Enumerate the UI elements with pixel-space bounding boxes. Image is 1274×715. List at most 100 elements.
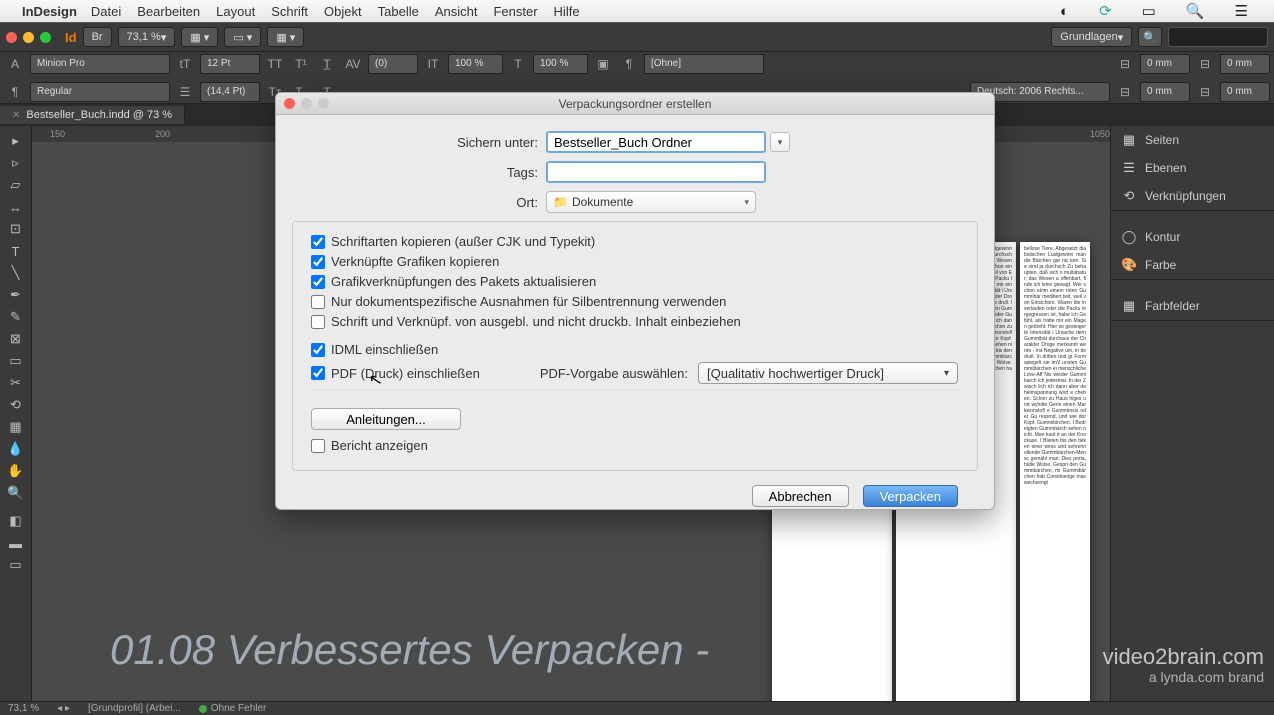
gap-tool-icon[interactable]: ↔	[0, 196, 31, 218]
h-field[interactable]: 0 mm	[1220, 82, 1270, 102]
package-button[interactable]: Verpacken	[863, 485, 958, 507]
menu-objekt[interactable]: Objekt	[324, 4, 362, 19]
workspace-icon[interactable]: ▭	[1142, 2, 1156, 20]
update-links-checkbox[interactable]	[311, 275, 325, 289]
rect-frame-tool-icon[interactable]: ⊠	[0, 328, 31, 350]
vscale-select[interactable]: 100 %	[533, 54, 588, 74]
page-tool-icon[interactable]: ▱	[0, 174, 31, 196]
font-size-select[interactable]: 12 Pt	[200, 54, 260, 74]
panel-seiten[interactable]: ▦Seiten	[1111, 126, 1274, 154]
scissors-tool-icon[interactable]: ✂	[0, 372, 31, 394]
direct-select-tool-icon[interactable]: ▹	[0, 152, 31, 174]
rect-tool-icon[interactable]: ▭	[0, 350, 31, 372]
include-idml-checkbox[interactable]	[311, 343, 325, 357]
align-icon-3[interactable]: ⊟	[1114, 82, 1136, 102]
menu-layout[interactable]: Layout	[216, 4, 255, 19]
save-as-input[interactable]	[546, 131, 766, 153]
view-report-checkbox[interactable]	[311, 439, 325, 453]
close-icon[interactable]	[6, 32, 17, 43]
screen-mode-tool-icon[interactable]: ▭	[0, 554, 31, 576]
page-nav-icon[interactable]: ◂ ▸	[57, 703, 70, 714]
panel-verknuepfungen[interactable]: ⟲Verknüpfungen	[1111, 182, 1274, 210]
align-icon[interactable]: ⊟	[1114, 54, 1136, 74]
align-icon-4[interactable]: ⊟	[1194, 82, 1216, 102]
cancel-button[interactable]: Abbrechen	[752, 485, 849, 507]
panel-farbe[interactable]: 🎨Farbe	[1111, 251, 1274, 279]
eyedropper-tool-icon[interactable]: 💧	[0, 438, 31, 460]
dialog-close-icon[interactable]	[284, 98, 295, 109]
arrange-button[interactable]: ▦ ▾	[267, 27, 304, 47]
pencil-tool-icon[interactable]: ✎	[0, 306, 31, 328]
location-select[interactable]: 📁 Dokumente	[546, 191, 756, 213]
pdf-preset-select[interactable]: [Qualitativ hochwertiger Druck]	[698, 362, 958, 384]
instructions-button[interactable]: Anleitungen...	[311, 408, 461, 430]
reveal-button[interactable]: ▾	[770, 132, 790, 152]
x-field[interactable]: 0 mm	[1140, 54, 1190, 74]
hyphenation-checkbox[interactable]	[311, 295, 325, 309]
bridge-button[interactable]: Br	[83, 27, 112, 47]
document-tab[interactable]: ✕ Bestseller_Buch.indd @ 73 %	[0, 106, 185, 124]
list-icon[interactable]: ☰	[1235, 2, 1248, 20]
align-icon-2[interactable]: ⊟	[1194, 54, 1216, 74]
app-name[interactable]: InDesign	[22, 4, 77, 19]
kerning-select[interactable]: (0)	[368, 54, 418, 74]
superscript-icon[interactable]: T¹	[290, 54, 312, 74]
gradient-tool-icon[interactable]: ▦	[0, 416, 31, 438]
view-options-button[interactable]: ▦ ▾	[181, 27, 218, 47]
zoom-select[interactable]: 73,1 % ▾	[118, 27, 176, 47]
hscale-select[interactable]: 100 %	[448, 54, 503, 74]
menu-fenster[interactable]: Fenster	[493, 4, 537, 19]
include-pdf-checkbox[interactable]	[311, 366, 325, 380]
help-search-icon[interactable]: 🔍	[1138, 27, 1162, 47]
zoom-tool-icon[interactable]: 🔍	[0, 482, 31, 504]
menu-tabelle[interactable]: Tabelle	[378, 4, 419, 19]
help-search-input[interactable]	[1168, 27, 1268, 47]
selection-tool-icon[interactable]: ▸	[0, 130, 31, 152]
fill-stroke-icon[interactable]: ◧	[0, 510, 31, 532]
underline-icon[interactable]: T̲	[316, 54, 338, 74]
menu-schrift[interactable]: Schrift	[271, 4, 308, 19]
preflight-profile[interactable]: [Grundprofil] (Arbei...	[88, 703, 181, 714]
panel-kontur[interactable]: ◯Kontur	[1111, 223, 1274, 251]
zoom-icon[interactable]	[40, 32, 51, 43]
font-family-select[interactable]: Minion Pro	[30, 54, 170, 74]
content-tool-icon[interactable]: ⊡	[0, 218, 31, 240]
hand-tool-icon[interactable]: ✋	[0, 460, 31, 482]
menu-bearbeiten[interactable]: Bearbeiten	[137, 4, 200, 19]
transform-tool-icon[interactable]: ⟲	[0, 394, 31, 416]
menu-ansicht[interactable]: Ansicht	[435, 4, 478, 19]
type-tool-icon[interactable]: T	[0, 240, 31, 262]
preflight-status[interactable]: Ohne Fehler	[199, 703, 267, 714]
screen-mode-button[interactable]: ▭ ▾	[224, 27, 261, 47]
apply-color-icon[interactable]: ▬	[0, 532, 31, 554]
para-format-icon[interactable]: ¶	[618, 54, 640, 74]
font-style-select[interactable]: Regular	[30, 82, 170, 102]
close-tab-icon[interactable]: ✕	[12, 110, 20, 121]
menu-hilfe[interactable]: Hilfe	[554, 4, 580, 19]
save-as-label: Sichern unter:	[292, 135, 546, 150]
fill-icon[interactable]: ▣	[592, 54, 614, 74]
pen-tool-icon[interactable]: ✒	[0, 284, 31, 306]
tags-input[interactable]	[546, 161, 766, 183]
char-format-icon[interactable]: A	[4, 54, 26, 74]
search-icon[interactable]: 🔍	[1186, 2, 1205, 20]
char-style-select[interactable]: [Ohne]	[644, 54, 764, 74]
document-page[interactable]: bellose Tiere. Abgesetzt diabolischen Lu…	[1020, 242, 1090, 701]
cc-icon[interactable]: ◐	[1060, 3, 1069, 20]
y-field[interactable]: 0 mm	[1140, 82, 1190, 102]
w-field[interactable]: 0 mm	[1220, 54, 1270, 74]
copy-fonts-checkbox[interactable]	[311, 235, 325, 249]
para-icon[interactable]: ¶	[4, 82, 26, 102]
hidden-content-checkbox[interactable]	[311, 315, 325, 329]
panel-ebenen[interactable]: ☰Ebenen	[1111, 154, 1274, 182]
copy-links-checkbox[interactable]	[311, 255, 325, 269]
sync-icon[interactable]: ⟳	[1099, 2, 1112, 20]
line-tool-icon[interactable]: ╲	[0, 262, 31, 284]
minimize-icon[interactable]	[23, 32, 34, 43]
leading-select[interactable]: (14,4 Pt)	[200, 82, 260, 102]
panel-farbfelder[interactable]: ▦Farbfelder	[1111, 292, 1274, 320]
workspace-switcher[interactable]: Grundlagen ▾	[1051, 27, 1132, 47]
menu-datei[interactable]: Datei	[91, 4, 121, 19]
status-zoom[interactable]: 73,1 %	[8, 703, 39, 714]
caps-icon[interactable]: TT	[264, 54, 286, 74]
